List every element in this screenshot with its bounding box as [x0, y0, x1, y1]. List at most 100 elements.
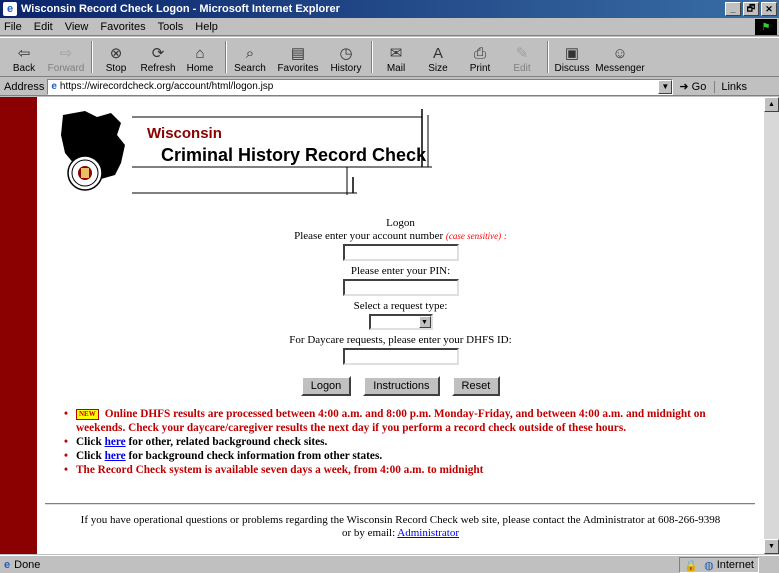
toolbar-refresh-button[interactable]: ⟳ Refresh [138, 38, 178, 76]
windows-flag-icon: ⚑ [755, 19, 777, 35]
page-footer: If you have operational questions or pro… [37, 514, 764, 540]
footer-email-prefix: or by email: [341, 527, 396, 539]
logon-button[interactable]: Logon [300, 376, 352, 396]
toolbar-mail-button[interactable]: ✉ Mail [376, 38, 416, 76]
window-controls: _ 🗗 ✕ [725, 2, 777, 16]
click-prefix: Click [76, 450, 102, 462]
toolbar-button-label: History [330, 63, 362, 74]
other-states-link[interactable]: here [105, 450, 126, 462]
restore-button[interactable]: 🗗 [743, 2, 759, 16]
toolbar-edit-button[interactable]: ✎ Edit [502, 38, 542, 76]
address-bar: Address e https://wirecordcheck.org/acco… [0, 78, 779, 96]
window-titlebar: e Wisconsin Record Check Logon - Microso… [0, 0, 779, 18]
vertical-scrollbar[interactable]: ▲ ▼ [764, 97, 779, 554]
menu-tools[interactable]: Tools [158, 21, 184, 33]
notice-list: NEWOnline DHFS results are processed bet… [64, 407, 754, 477]
availability-text: The Record Check system is available sev… [76, 464, 484, 476]
favorites-icon: ▤ [290, 45, 306, 62]
toolbar-separator [371, 41, 373, 73]
menu-favorites[interactable]: Favorites [100, 21, 145, 33]
menu-view[interactable]: View [65, 21, 89, 33]
reset-button[interactable]: Reset [451, 376, 501, 396]
toolbar-button-label: Edit [513, 63, 531, 74]
related-sites-link[interactable]: here [105, 436, 126, 448]
toolbar-button-label: Size [428, 63, 448, 74]
toolbar-button-label: Favorites [277, 63, 319, 74]
menu-edit[interactable]: Edit [34, 21, 53, 33]
request-type-label: Select a request type: [353, 300, 448, 312]
logo-title-wisconsin: Wisconsin [147, 125, 222, 142]
wisconsin-map-seal-icon [61, 111, 125, 191]
go-arrow-icon: ➜ [679, 81, 689, 93]
history-icon: ◷ [339, 45, 353, 62]
toolbar-button-label: Stop [105, 63, 127, 74]
toolbar-button-label: Mail [386, 63, 406, 74]
toolbar-history-button[interactable]: ◷ History [326, 38, 366, 76]
form-heading: Logon [386, 217, 415, 229]
messenger-icon: ☺ [612, 45, 628, 62]
footer-contact-text: If you have operational questions or pro… [80, 514, 721, 526]
toolbar-size-button[interactable]: A Size [418, 38, 458, 76]
address-label: Address [4, 80, 45, 93]
chevron-down-icon[interactable]: ▼ [658, 79, 673, 94]
click-prefix: Click [76, 436, 102, 448]
toolbar-favorites-button[interactable]: ▤ Favorites [272, 38, 324, 76]
forward-arrow-icon: ⇨ [59, 45, 73, 62]
status-text: Done [14, 558, 41, 571]
administrator-email-link[interactable]: Administrator [397, 527, 459, 539]
status-text-area: e Done [4, 559, 40, 571]
toolbar-messenger-button[interactable]: ☺ Messenger [594, 38, 646, 76]
security-zone: 🔒 ◍ Internet [679, 557, 759, 573]
footer-email-row: or by email: Administrator [37, 527, 764, 540]
instructions-button[interactable]: Instructions [363, 376, 440, 396]
toolbar-back-button[interactable]: ⇦ Back [4, 38, 44, 76]
menu-help[interactable]: Help [195, 21, 218, 33]
edit-icon: ✎ [515, 45, 529, 62]
toolbar-forward-button[interactable]: ⇨ Forward [46, 38, 86, 76]
request-type-select[interactable]: ▼ [368, 314, 433, 330]
account-prompt-label: Please enter your account number [294, 230, 444, 242]
toolbar-separator [547, 41, 549, 73]
toolbar-print-button[interactable]: ⎙ Print [460, 38, 500, 76]
chevron-down-icon[interactable]: ▼ [418, 316, 431, 328]
scroll-up-icon[interactable]: ▲ [764, 97, 779, 112]
related-sites-text: for other, related background check site… [128, 436, 328, 448]
dhfs-id-input[interactable] [342, 348, 459, 365]
account-number-input[interactable] [342, 244, 459, 261]
toolbar-button-label: Back [12, 63, 36, 74]
ie-logo-icon: e [3, 2, 17, 16]
toolbar-button-label: Print [469, 63, 491, 74]
back-arrow-icon: ⇦ [17, 45, 31, 62]
scroll-down-icon[interactable]: ▼ [764, 539, 779, 554]
close-button[interactable]: ✕ [761, 2, 777, 16]
page-content: Wisconsin Criminal History Record Check … [37, 97, 764, 554]
notice-item-availability: The Record Check system is available sev… [64, 463, 754, 477]
notice-dhfs-text: Online DHFS results are processed betwee… [76, 408, 706, 434]
search-icon: ⌕ [245, 45, 255, 62]
toolbar-stop-button[interactable]: ⊗ Stop [96, 38, 136, 76]
other-states-text: for background check information from ot… [128, 450, 383, 462]
address-input[interactable]: e https://wirecordcheck.org/account/html… [47, 78, 674, 95]
toolbar-button-label: Discuss [554, 63, 590, 74]
pin-input[interactable] [342, 279, 459, 296]
account-prompt-colon: : [503, 231, 507, 241]
toolbar-search-button[interactable]: ⌕ Search [230, 38, 270, 76]
links-button[interactable]: Links [714, 80, 747, 93]
go-button[interactable]: ➜ Go [679, 80, 706, 93]
toolbar-button-label: Refresh [140, 63, 176, 74]
toolbar-home-button[interactable]: ⌂ Home [180, 38, 220, 76]
toolbar-discuss-button[interactable]: ▣ Discuss [552, 38, 592, 76]
toolbar-button-label: Search [234, 63, 266, 74]
notice-item-related-sites: Click here for other, related background… [64, 435, 754, 449]
minimize-button[interactable]: _ [725, 2, 741, 16]
site-logo: Wisconsin Criminal History Record Check [47, 105, 432, 205]
page-viewport: Wisconsin Criminal History Record Check … [0, 97, 779, 554]
zone-label: Internet [716, 559, 754, 571]
window-title: Wisconsin Record Check Logon - Microsoft… [21, 3, 340, 15]
menu-file[interactable]: File [4, 21, 22, 33]
notice-item-other-states: Click here for background check informat… [64, 449, 754, 463]
stop-icon: ⊗ [109, 45, 123, 62]
logon-form: Logon Please enter your account number (… [37, 217, 764, 369]
refresh-icon: ⟳ [151, 45, 165, 62]
print-icon: ⎙ [473, 45, 486, 62]
